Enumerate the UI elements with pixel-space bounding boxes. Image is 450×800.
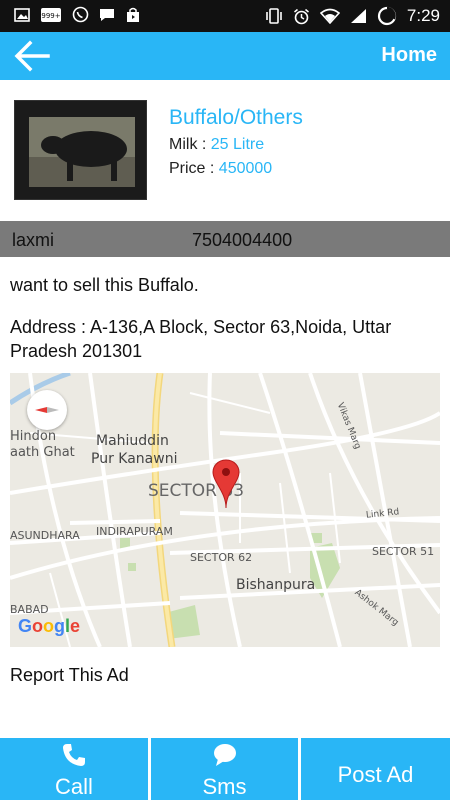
report-ad-link[interactable]: Report This Ad bbox=[10, 665, 129, 686]
map-label-mahiuddin: Mahiuddin bbox=[96, 433, 169, 449]
post-ad-button[interactable]: Post Ad bbox=[301, 738, 450, 800]
sms-label: Sms bbox=[202, 774, 247, 799]
seller-bar: laxmi 7504004400 bbox=[0, 221, 450, 257]
listing-description: want to sell this Buffalo. bbox=[10, 275, 199, 295]
status-bar: 999+ 7:29 bbox=[0, 0, 450, 32]
post-ad-label: Post Ad bbox=[337, 762, 414, 787]
listing-address: Address : A-136,A Block, Sector 63,Noida… bbox=[10, 317, 392, 361]
compass-icon bbox=[35, 407, 59, 413]
whatsapp-icon bbox=[72, 6, 89, 23]
call-button[interactable]: Call bbox=[0, 738, 148, 800]
gallery-icon bbox=[14, 7, 30, 22]
google-logo: Google bbox=[18, 616, 81, 636]
home-button[interactable]: Home bbox=[381, 44, 437, 67]
notification-counter-icon: 999+ bbox=[41, 7, 61, 22]
svg-text:999+: 999+ bbox=[41, 12, 60, 20]
chat-bubble-icon bbox=[151, 742, 298, 768]
map-label-babad: BABAD bbox=[10, 603, 49, 616]
wifi-icon bbox=[319, 8, 340, 24]
milk-row: Milk : 25 Litre bbox=[169, 136, 264, 154]
vibrate-icon bbox=[266, 8, 282, 24]
map-label-sector62: SECTOR 62 bbox=[190, 551, 253, 564]
battery-icon bbox=[377, 6, 397, 26]
buffalo-image bbox=[29, 117, 135, 187]
milk-label: Milk : bbox=[169, 136, 211, 153]
call-label: Call bbox=[55, 774, 93, 799]
back-button[interactable] bbox=[12, 38, 52, 74]
map-label-hindon: Hindon bbox=[10, 429, 57, 444]
price-value: 450000 bbox=[218, 160, 273, 177]
bottom-action-bar: Call Sms Post Ad bbox=[0, 738, 450, 800]
milk-value: 25 Litre bbox=[210, 136, 265, 153]
app-bar: Home bbox=[0, 32, 450, 80]
location-map[interactable]: Hindon aath Ghat Mahiuddin Pur Kanawni S… bbox=[10, 373, 440, 647]
listing-title: Buffalo/Others bbox=[169, 106, 303, 129]
location-pin-icon[interactable] bbox=[212, 458, 240, 510]
phone-icon bbox=[0, 742, 148, 768]
sms-button[interactable]: Sms bbox=[151, 738, 298, 800]
chat-icon bbox=[100, 8, 114, 21]
map-label-indirapuram: INDIRAPURAM bbox=[96, 525, 173, 538]
arrow-left-icon bbox=[14, 40, 50, 72]
map-label-kanawni: Pur Kanawni bbox=[91, 451, 178, 467]
map-label-bishanpura: Bishanpura bbox=[236, 577, 316, 593]
price-label: Price : bbox=[169, 160, 219, 177]
alarm-icon bbox=[293, 8, 309, 24]
store-icon bbox=[127, 7, 139, 22]
status-system: 7:29 bbox=[265, 5, 440, 27]
signal-icon bbox=[350, 9, 366, 23]
listing-summary: Buffalo/Others Milk : 25 Litre Price : 4… bbox=[0, 90, 450, 210]
map-label-ghat: aath Ghat bbox=[10, 445, 75, 460]
map-label-vasundhara: ASUNDHARA bbox=[10, 529, 80, 542]
compass-button[interactable] bbox=[27, 390, 67, 430]
map-label-sector51: SECTOR 51 bbox=[372, 545, 435, 558]
listing-photo[interactable] bbox=[14, 100, 147, 200]
seller-phone[interactable]: 7504004400 bbox=[192, 230, 292, 251]
status-time: 7:29 bbox=[406, 6, 440, 25]
seller-name: laxmi bbox=[12, 230, 55, 250]
price-row: Price : 450000 bbox=[169, 160, 272, 178]
status-notifications: 999+ bbox=[14, 6, 141, 23]
